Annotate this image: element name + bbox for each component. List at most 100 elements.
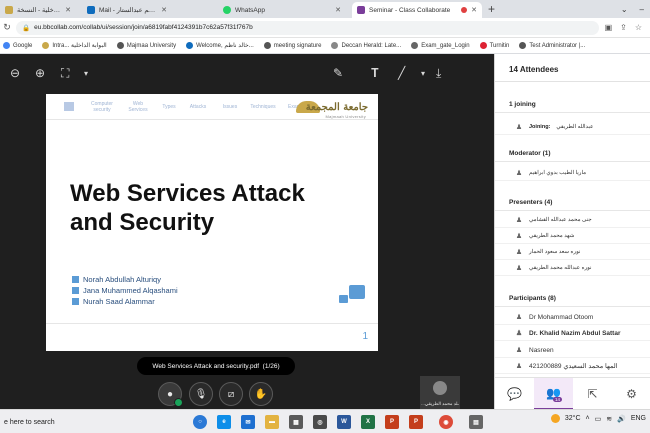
excel-icon[interactable]: X [361, 415, 375, 429]
bookmark-item[interactable]: Google [3, 42, 32, 49]
status-badge [174, 398, 183, 407]
turnitin-icon [479, 42, 487, 49]
reload-icon[interactable]: ↻ [0, 22, 14, 33]
fit-screen-icon[interactable]: ⛶ [61, 66, 69, 81]
bookmark-item[interactable]: Test Administrator |... [519, 42, 585, 49]
tab-whatsapp[interactable]: WhatsApp ✕ [218, 2, 346, 18]
whatsapp-favicon-icon [223, 6, 231, 14]
bookmark-item[interactable]: Majmaa University [116, 42, 176, 49]
text-tool-icon[interactable]: 𝐓 [371, 66, 379, 81]
globe-icon [116, 42, 124, 49]
microphone-button[interactable]: 🎙 [189, 382, 213, 406]
recording-dot-icon [461, 7, 468, 13]
joining-attendee-row[interactable]: ♟ Joining: عبدالله الطريقي [495, 119, 650, 135]
camera-icon[interactable]: ▣ [605, 23, 613, 32]
bullet-square-icon [72, 276, 79, 283]
attendee-row[interactable]: ♟ Dr. Khalid Nazim Abdul Sattar [495, 326, 650, 341]
slide-nav-item: Web Services [128, 101, 148, 113]
attendee-count-badge: 14 [553, 397, 563, 402]
powerpoint-icon[interactable]: P [385, 415, 399, 429]
app-icon[interactable]: ◎ [313, 415, 327, 429]
bookmark-item[interactable]: Turnitin [479, 42, 509, 49]
attendee-row[interactable]: ♟ جنى محمد عبدالله القشامي [495, 213, 650, 228]
participant-video-thumbnail[interactable]: ...ـلد محمد الطريقي [420, 376, 460, 409]
attendee-row[interactable]: ♟ 421200889 المها محمد السعيدي [495, 359, 650, 374]
bookmark-item[interactable]: Intra... البوابة الداخلية [42, 42, 107, 49]
bookmark-item[interactable]: Exam_gate_Login [411, 42, 470, 49]
pencil-icon[interactable]: ✎ [333, 66, 343, 80]
language-indicator[interactable]: ENG [631, 415, 646, 422]
outlook-icon [186, 42, 194, 49]
minimize-icon[interactable]: – [640, 5, 644, 14]
lock-icon: 🔒 [22, 24, 31, 32]
attendees-button[interactable]: 👥 14 [534, 378, 573, 410]
attendee-row[interactable]: ♟ Nasreen [495, 343, 650, 358]
bookmark-label: meeting signature [273, 42, 322, 49]
attendee-name: نوره عبدالله محمد الطريقي [529, 265, 592, 271]
share-content-button[interactable]: ⇱ [573, 378, 612, 410]
chevron-down-icon[interactable]: ▾ [84, 69, 88, 78]
download-icon[interactable]: ⤓ [436, 66, 441, 81]
tab-mail[interactable]: Mail - خالد ناظم عبدالستار - Outl ✕ [82, 2, 172, 18]
close-icon[interactable]: ✕ [471, 6, 477, 14]
zoom-in-icon[interactable]: ⊕ [35, 66, 45, 80]
attendee-row[interactable]: ♟ Dr Mohammad Otoom [495, 310, 650, 325]
new-tab-button[interactable]: + [488, 2, 495, 16]
person-icon: ♟ [515, 123, 523, 131]
decorative-square [349, 285, 365, 299]
task-view-icon[interactable]: ○ [193, 415, 207, 429]
close-icon[interactable]: ✕ [65, 6, 71, 14]
raise-hand-button[interactable]: ✋ [249, 382, 273, 406]
line-tool-icon[interactable]: ╱ [398, 66, 405, 80]
participants-section-header: Participants (8) [495, 290, 650, 307]
battery-icon[interactable]: ▭ [595, 415, 602, 423]
university-logo: جامعة المجمعة Majmaah University [290, 98, 368, 120]
chevron-up-icon[interactable]: ˄ [586, 415, 590, 422]
tab-seminar[interactable]: Seminar - Class Collaborate ✕ [352, 2, 482, 18]
attendee-row[interactable]: ♟ نوره عبدالله محمد الطريقي [495, 261, 650, 276]
calculator-icon[interactable]: ▤ [469, 415, 483, 429]
word-icon[interactable]: W [337, 415, 351, 429]
bookmark-label: Test Administrator |... [529, 42, 586, 49]
attendee-row[interactable]: ♟ شهد محمد الطريقي [495, 229, 650, 244]
file-explorer-icon[interactable]: ▬ [265, 415, 279, 429]
bookmark-item[interactable]: Welcome, خالد ناظم... [186, 42, 254, 49]
slide-nav-item: Techniques [250, 104, 276, 110]
folder-icon [411, 42, 419, 49]
tab-intranet[interactable]: البوابة الداخلية - النسخة ✕ [0, 2, 76, 18]
video-participant-name: ...ـلد محمد الطريقي [421, 401, 459, 406]
moderator-section-header: Moderator (1) [495, 145, 650, 162]
chevron-down-icon[interactable]: ⌄ [621, 5, 628, 14]
zoom-out-icon[interactable]: ⊖ [10, 66, 20, 80]
bookmark-star-icon[interactable]: ☆ [635, 23, 642, 32]
bookmark-item[interactable]: Deccan Herald: Late... [331, 42, 401, 49]
my-status-button[interactable]: ● [158, 382, 183, 407]
globe-icon [263, 42, 271, 49]
store-icon[interactable]: ▦ [289, 415, 303, 429]
wifi-icon[interactable]: ≋ [606, 415, 612, 423]
close-icon[interactable]: ✕ [161, 6, 167, 14]
taskbar-search[interactable]: e here to search [0, 414, 180, 430]
url-field[interactable]: 🔒 eu.bbcollab.com/collab/ui/session/join… [16, 20, 599, 35]
chevron-down-icon[interactable]: ▾ [421, 69, 425, 78]
bullet-square-icon [72, 287, 79, 294]
share-icon[interactable]: ⇪ [620, 23, 627, 32]
person-icon: ♟ [515, 314, 523, 321]
bookmark-label: Deccan Herald: Late... [341, 42, 402, 49]
slide-title-line: Web Services Attack [70, 180, 305, 207]
bookmarks-bar: Google Intra... البوابة الداخلية Majmaa … [0, 38, 650, 54]
slide-nav-item: Types [162, 104, 176, 110]
chat-button[interactable]: 💬 [495, 378, 534, 410]
volume-icon[interactable]: 🔊 [617, 415, 626, 423]
chrome-icon[interactable]: ◉ [439, 415, 453, 429]
settings-button[interactable]: ⚙ [612, 378, 650, 410]
person-icon: ♟ [515, 347, 523, 354]
close-icon[interactable]: ✕ [335, 6, 341, 14]
attendee-row[interactable]: ♟ ماريا الطيب بدوي ابراهيم [495, 166, 650, 181]
powerpoint-icon[interactable]: P [409, 415, 423, 429]
edge-icon[interactable]: e [217, 415, 231, 429]
bookmark-item[interactable]: meeting signature [263, 42, 322, 49]
mail-icon[interactable]: ✉ [241, 415, 255, 429]
camera-button[interactable]: ⧄ [219, 382, 243, 406]
attendee-row[interactable]: ♟ نوره سعد سعود الحمار [495, 245, 650, 260]
